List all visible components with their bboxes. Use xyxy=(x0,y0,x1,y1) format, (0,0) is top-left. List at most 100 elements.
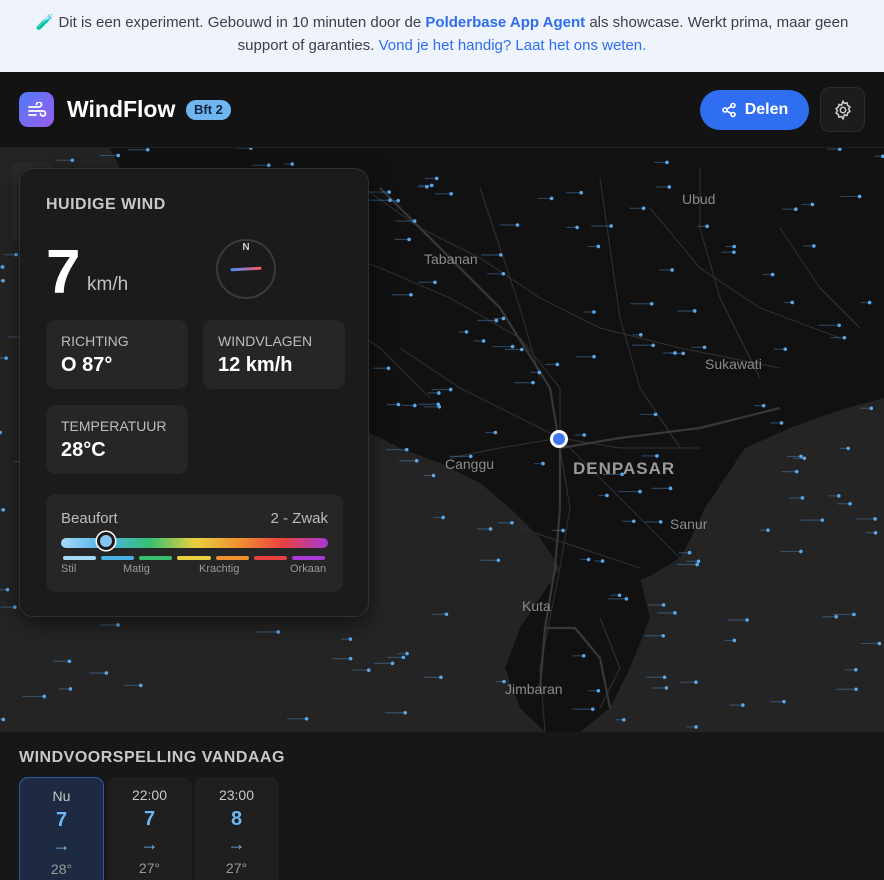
wind-particle xyxy=(5,587,10,592)
wind-particle xyxy=(404,447,409,452)
wind-particle xyxy=(658,520,663,524)
current-wind-card: HUIDIGE WIND 7 km/h N RICHTING O 87° WIN… xyxy=(19,168,369,617)
wind-particle xyxy=(498,253,503,257)
wind-particle xyxy=(429,183,434,188)
wind-particle xyxy=(0,430,2,435)
compass-needle xyxy=(230,266,262,272)
wind-particle xyxy=(667,185,672,189)
beaufort-segment xyxy=(63,556,97,560)
app-header: WindFlow Bft 2 Delen xyxy=(0,72,884,148)
wind-particle xyxy=(590,707,595,711)
wind-particle xyxy=(605,493,609,498)
map-label-jimbaran: Jimbaran xyxy=(505,681,563,697)
wind-particle xyxy=(638,489,642,494)
forecast-speed: 8 xyxy=(230,808,243,830)
wind-particle xyxy=(68,687,73,691)
beaufort-segment xyxy=(291,556,325,560)
wind-particle xyxy=(437,391,441,395)
wind-particle xyxy=(800,496,805,500)
wind-particle xyxy=(366,668,371,672)
wind-particle xyxy=(732,638,737,643)
beaufort-tick-stil: Stil xyxy=(61,563,77,575)
wind-particle xyxy=(794,469,799,474)
arrow-right-icon: → xyxy=(52,835,71,855)
wind-particle xyxy=(555,362,560,367)
beaufort-segment xyxy=(101,556,135,560)
wind-particle xyxy=(579,190,583,195)
wind-particle xyxy=(0,265,5,269)
wind-particle xyxy=(592,310,596,314)
beaufort-value: 2 - Zwak xyxy=(270,510,328,527)
wind-particle xyxy=(145,148,150,152)
wind-particle xyxy=(802,456,807,461)
wind-particle xyxy=(444,612,449,617)
feedback-link[interactable]: Vond je het handig? Laat het ons weten. xyxy=(379,37,647,54)
wind-particle xyxy=(581,654,586,658)
wind-particle xyxy=(857,194,862,199)
wind-particle xyxy=(692,309,697,313)
wind-particle xyxy=(638,333,643,337)
wind-particle xyxy=(869,406,874,411)
forecast-item[interactable]: 23:00 8 → 27° xyxy=(194,777,279,880)
share-icon xyxy=(721,102,736,118)
wind-particle xyxy=(596,244,601,249)
map-label-sanur: Sanur xyxy=(670,516,708,532)
forecast-item[interactable]: Nu 7 → 28° xyxy=(19,777,104,880)
wind-particle xyxy=(687,550,692,555)
wind-particle xyxy=(681,351,685,356)
wind-particle xyxy=(670,268,674,272)
wind-particle xyxy=(4,356,8,360)
wind-particle xyxy=(834,614,839,619)
wind-particle xyxy=(501,316,506,321)
wind-particle xyxy=(494,318,499,323)
wind-particle xyxy=(793,207,798,212)
direction-label: RICHTING xyxy=(61,333,129,349)
wind-particle xyxy=(449,191,453,196)
share-button[interactable]: Delen xyxy=(700,90,809,130)
forecast-speed: 7 xyxy=(143,808,156,830)
wind-particle xyxy=(501,271,506,276)
wind-particle xyxy=(820,518,825,522)
forecast-title: WINDVOORSPELLING VANDAAG xyxy=(19,749,285,766)
gusts-stat: WINDVLAGEN 12 km/h xyxy=(203,320,345,389)
wind-particle xyxy=(653,412,658,417)
direction-value: O 87° xyxy=(61,354,113,376)
map-label-kuta: Kuta xyxy=(522,598,551,614)
wind-particle xyxy=(631,519,636,524)
beaufort-badge: Bft 2 xyxy=(186,100,231,120)
card-title: HUIDIGE WIND xyxy=(46,196,166,213)
settings-button[interactable] xyxy=(820,87,865,132)
wind-particle xyxy=(276,630,280,634)
wind-particle xyxy=(441,515,445,520)
wind-particle xyxy=(852,612,856,617)
wind-particle xyxy=(624,597,629,601)
wind-particle xyxy=(609,224,613,228)
wind-particle xyxy=(541,461,545,466)
wind-particle xyxy=(655,454,659,458)
wind-particle xyxy=(348,656,353,661)
wind-particle xyxy=(104,671,109,675)
wind-particle xyxy=(770,272,775,277)
wind-particle xyxy=(673,351,677,355)
beaufort-segment xyxy=(139,556,173,560)
wind-particle xyxy=(641,206,646,211)
wind-particle xyxy=(779,421,784,425)
wind-particle xyxy=(694,680,698,685)
wind-particle xyxy=(405,651,409,656)
forecast-time: 22:00 xyxy=(131,787,168,803)
forecast-item[interactable]: 22:00 7 → 27° xyxy=(107,777,192,880)
wind-icon xyxy=(19,92,54,127)
wind-particle xyxy=(439,675,443,680)
agent-name: Polderbase App Agent xyxy=(425,14,586,31)
wind-particle xyxy=(515,223,520,227)
wind-particle xyxy=(665,160,669,165)
wind-particle xyxy=(732,244,737,249)
wind-particle xyxy=(799,454,803,459)
beaufort-scale: Beaufort 2 - Zwak Stil Matig Krachtig Or… xyxy=(46,494,343,592)
wind-particle xyxy=(812,244,816,248)
wind-particle xyxy=(649,301,654,306)
wind-particle xyxy=(425,184,429,189)
forecast-section: WINDVOORSPELLING VANDAAG Nu 7 → 28° 22:0… xyxy=(0,732,884,880)
direction-stat: RICHTING O 87° xyxy=(46,320,188,389)
wind-particle xyxy=(12,605,17,609)
